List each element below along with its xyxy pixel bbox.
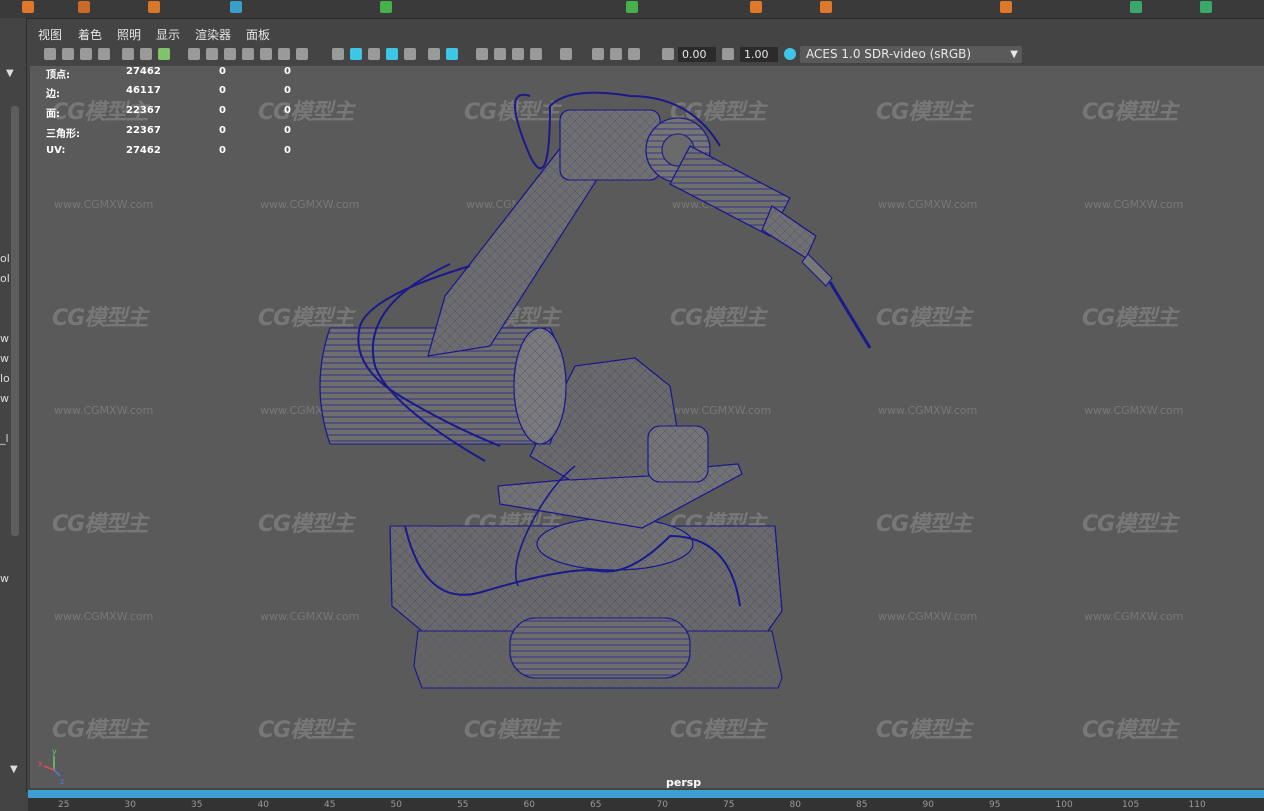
scroll-down-arrow-icon[interactable]: ▼ — [10, 764, 18, 775]
motion-blur-icon[interactable] — [494, 48, 506, 60]
shelf-tool-icon[interactable] — [750, 1, 762, 13]
camera-name-label: persp — [666, 776, 702, 788]
shadows-icon[interactable] — [446, 48, 458, 60]
left-panel-text: lo — [0, 372, 10, 385]
safe-title-icon[interactable] — [296, 48, 308, 60]
shelf-tool-icon[interactable] — [1130, 1, 1142, 13]
left-panel-text: ol — [0, 272, 10, 285]
menu-renderer[interactable]: 渲染器 — [195, 26, 231, 43]
timeline-tick-label: 55 — [457, 800, 469, 810]
collapse-arrow-icon[interactable]: ▼ — [6, 68, 14, 79]
xray-icon[interactable] — [592, 48, 604, 60]
2d-pan-zoom-icon[interactable] — [140, 48, 152, 60]
timeline-tick-label: 60 — [523, 800, 535, 810]
timeline-tick-label: 90 — [922, 800, 934, 810]
left-side-panel: ▼ ol ol w w lo w _l w ▼ — [0, 18, 27, 792]
shelf-tool-icon[interactable] — [626, 1, 638, 13]
timeline-tick-label: 30 — [124, 800, 136, 810]
xray-components-icon[interactable] — [628, 48, 640, 60]
axis-gizmo: y x z — [38, 747, 64, 786]
gamma-icon[interactable] — [722, 48, 734, 60]
xray-joints-icon[interactable] — [610, 48, 622, 60]
gate-mask-icon[interactable] — [242, 48, 254, 60]
panel-menu-bar: 视图 着色 照明 显示 渲染器 面板 — [28, 24, 1264, 44]
left-panel-text: w — [0, 572, 9, 585]
timeline-tick-label: 45 — [324, 800, 336, 810]
exposure-field[interactable]: 0.00 — [678, 47, 716, 62]
isolate-select-icon[interactable] — [560, 48, 572, 60]
timeline-tick-label: 80 — [789, 800, 801, 810]
left-panel-text: w — [0, 392, 9, 405]
perspective-viewport[interactable]: CG模型主 www.CGMXW.com CG模型主 www.CGMXW.com CG模型… — [30, 66, 1264, 788]
left-panel-text: w — [0, 352, 9, 365]
axis-x-label: x — [38, 759, 43, 768]
timeline-tick-label: 85 — [856, 800, 868, 810]
timeline-ruler[interactable]: 25 30 35 40 45 50 55 60 65 70 75 80 85 90 95 100 105 110 — [28, 798, 1264, 811]
color-management-icon[interactable] — [784, 48, 796, 60]
grease-pencil-icon[interactable] — [122, 48, 134, 60]
shelf-tool-icon[interactable] — [380, 1, 392, 13]
left-panel-text: w — [0, 332, 9, 345]
timeline-tick-label: 40 — [257, 800, 269, 810]
menu-panels[interactable]: 面板 — [246, 26, 270, 43]
wireframe-icon[interactable] — [332, 48, 344, 60]
timeline-tick-label: 65 — [590, 800, 602, 810]
film-gate-icon[interactable] — [206, 48, 218, 60]
camera-attributes-icon[interactable] — [62, 48, 74, 60]
timeline-tick-label: 110 — [1188, 800, 1206, 810]
wireframe-on-shaded-icon[interactable] — [386, 48, 398, 60]
left-scrollbar[interactable] — [11, 106, 19, 536]
gamma-field[interactable]: 1.00 — [740, 47, 778, 62]
default-material-icon[interactable] — [368, 48, 380, 60]
axis-z-label: z — [60, 777, 64, 786]
timeline-tick-label: 25 — [58, 800, 70, 810]
shelf-tool-icon[interactable] — [1200, 1, 1212, 13]
shelf-tool-icon[interactable] — [148, 1, 160, 13]
pencil-icon[interactable] — [158, 48, 170, 60]
menu-shading[interactable]: 着色 — [78, 26, 102, 43]
shelf-tool-icon[interactable] — [22, 1, 34, 13]
screen-space-ao-icon[interactable] — [476, 48, 488, 60]
shelf-strip — [0, 0, 1264, 19]
shelf-tool-icon[interactable] — [78, 1, 90, 13]
color-space-value: ACES 1.0 SDR-video (sRGB) — [806, 47, 972, 61]
timeline-tick-label: 35 — [191, 800, 203, 810]
robot-arm-wireframe[interactable]: y x z — [30, 66, 1264, 788]
smooth-shade-icon[interactable] — [350, 48, 362, 60]
timeline-tick-label: 50 — [390, 800, 402, 810]
timeline-tick-label: 105 — [1122, 800, 1140, 810]
exposure-icon[interactable] — [662, 48, 674, 60]
resolution-gate-icon[interactable] — [224, 48, 236, 60]
timeline-tick-label: 75 — [723, 800, 735, 810]
bookmark-icon[interactable] — [80, 48, 92, 60]
field-chart-icon[interactable] — [260, 48, 272, 60]
timeline-tick-label: 95 — [989, 800, 1001, 810]
shelf-tool-icon[interactable] — [820, 1, 832, 13]
lights-icon[interactable] — [428, 48, 440, 60]
menu-lighting[interactable]: 照明 — [117, 26, 141, 43]
timeline-tick-label: 100 — [1055, 800, 1073, 810]
left-panel-text: _l — [0, 432, 9, 445]
time-slider-bar[interactable] — [28, 790, 1264, 798]
color-space-select[interactable]: ACES 1.0 SDR-video (sRGB) ▼ — [800, 46, 1022, 63]
textured-icon[interactable] — [404, 48, 416, 60]
anti-aliasing-icon[interactable] — [512, 48, 524, 60]
grid-icon[interactable] — [188, 48, 200, 60]
camera-select-icon[interactable] — [44, 48, 56, 60]
left-panel-text: ol — [0, 252, 10, 265]
chevron-down-icon: ▼ — [1010, 49, 1018, 60]
image-plane-icon[interactable] — [98, 48, 110, 60]
welding-torch — [801, 253, 833, 287]
shelf-tool-icon[interactable] — [1000, 1, 1012, 13]
shelf-tool-icon[interactable] — [230, 1, 242, 13]
menu-view[interactable]: 视图 — [38, 26, 62, 43]
timeline-tick-label: 70 — [656, 800, 668, 810]
menu-show[interactable]: 显示 — [156, 26, 180, 43]
safe-action-icon[interactable] — [278, 48, 290, 60]
axis-y-label: y — [52, 747, 57, 756]
panel-toolbar: 0.00 1.00 — [28, 44, 1264, 66]
depth-of-field-icon[interactable] — [530, 48, 542, 60]
